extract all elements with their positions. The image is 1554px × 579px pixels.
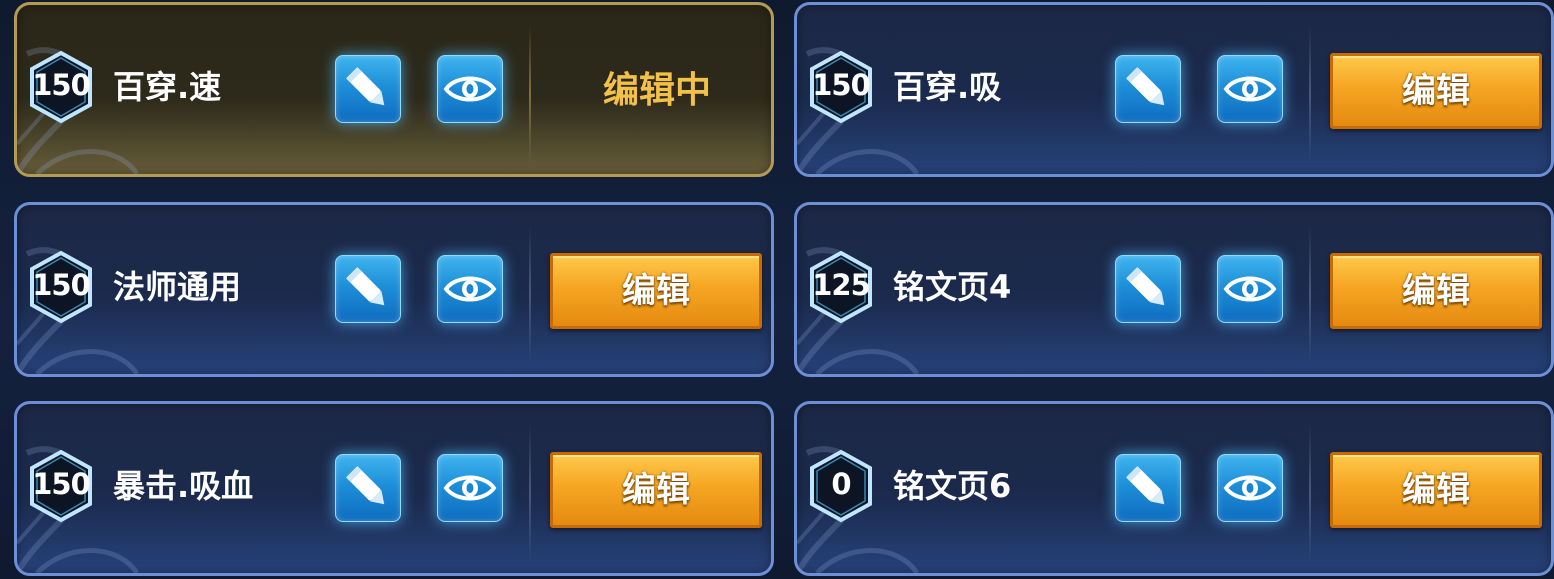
level-value: 150 [32,268,91,302]
level-badge: 0 [807,448,875,524]
page-name: 铭文页6 [893,467,1012,505]
edit-button[interactable]: 编辑 [1330,53,1542,129]
inscription-card-6[interactable]: 0 铭文页6 编辑 [794,401,1554,576]
edit-button[interactable]: 编辑 [1330,253,1542,329]
eye-icon [443,76,497,102]
eye-icon [443,276,497,302]
pencil-icon [346,466,385,505]
rename-button[interactable] [335,454,401,522]
preview-button[interactable] [1217,255,1283,323]
preview-button[interactable] [1217,454,1283,522]
level-badge: 150 [27,49,95,125]
level-badge: 150 [27,448,95,524]
divider [1309,424,1311,562]
inscription-card-3[interactable]: 150 法师通用 编辑 [14,202,774,377]
level-badge: 150 [27,249,95,325]
divider [529,424,531,562]
rename-button[interactable] [335,255,401,323]
inscription-card-1[interactable]: 150 百穿.速 编辑中 [14,2,774,177]
level-value: 150 [812,68,871,102]
rename-button[interactable] [1115,255,1181,323]
level-badge: 125 [807,249,875,325]
inscription-card-5[interactable]: 150 暴击.吸血 编辑 [14,401,774,576]
pencil-icon [1126,67,1165,106]
pencil-icon [346,67,385,106]
level-badge: 150 [807,49,875,125]
pencil-icon [346,267,385,306]
eye-icon [1223,276,1277,302]
level-value: 125 [812,268,871,302]
editing-status: 编辑中 [602,70,711,111]
divider [1309,225,1311,363]
edit-button[interactable]: 编辑 [550,253,762,329]
page-name: 铭文页4 [893,268,1012,306]
page-name: 暴击.吸血 [113,467,254,505]
preview-button[interactable] [1217,55,1283,123]
preview-button[interactable] [437,255,503,323]
preview-button[interactable] [437,55,503,123]
divider [529,25,531,163]
rename-button[interactable] [335,55,401,123]
page-name: 百穿.速 [113,68,222,106]
level-value: 150 [32,467,91,501]
inscription-card-4[interactable]: 125 铭文页4 编辑 [794,202,1554,377]
eye-icon [1223,475,1277,501]
page-name: 百穿.吸 [893,68,1002,106]
level-value: 0 [831,467,851,501]
rename-button[interactable] [1115,55,1181,123]
page-name: 法师通用 [113,268,242,306]
pencil-icon [1126,267,1165,306]
level-value: 150 [32,68,91,102]
inscription-card-2[interactable]: 150 百穿.吸 编辑 [794,2,1554,177]
eye-icon [1223,76,1277,102]
divider [1309,25,1311,163]
edit-button[interactable]: 编辑 [1330,452,1542,528]
divider [529,225,531,363]
eye-icon [443,475,497,501]
pencil-icon [1126,466,1165,505]
rename-button[interactable] [1115,454,1181,522]
preview-button[interactable] [437,454,503,522]
edit-button[interactable]: 编辑 [550,452,762,528]
